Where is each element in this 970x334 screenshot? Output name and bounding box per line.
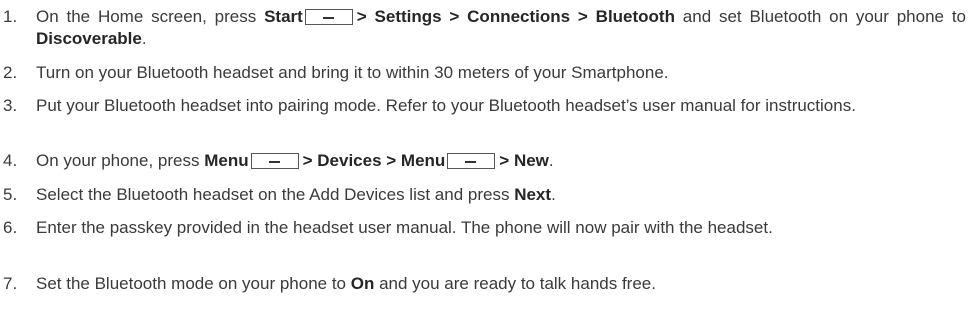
step-text-segment: Set the Bluetooth mode on your phone to <box>36 274 351 293</box>
step-text-segment: Select the Bluetooth headset on the Add … <box>36 185 515 204</box>
step-number: 3. <box>3 96 18 115</box>
step-number: 7. <box>3 274 18 293</box>
step-4: 4. On your phone, press Menu > Devices > … <box>0 150 968 172</box>
step-text-segment: On your phone, press <box>36 151 205 170</box>
step-5: 5. Select the Bluetooth headset on the A… <box>0 184 968 206</box>
step-text: Put your Bluetooth headset into pairing … <box>36 96 856 115</box>
step-text-segment: and set Bluetooth on your phone to <box>674 7 966 26</box>
menu-label: Menu <box>204 151 249 170</box>
softkey-minus-icon <box>304 9 353 25</box>
settings-path: > Settings > Connections > Bluetooth <box>356 7 675 26</box>
step-1: 1. On the Home screen, press Start > Sett… <box>0 6 968 50</box>
step-text-segment: . <box>548 151 554 170</box>
step-text: On the Home screen, press Start > Setting… <box>36 6 966 50</box>
on-label: On <box>350 274 375 293</box>
step-text: On your phone, press Menu > Devices > Men… <box>36 150 966 172</box>
step-number: 2. <box>3 63 18 82</box>
step-text-segment: On the Home screen, press <box>36 7 265 26</box>
step-6: 6. Enter the passkey provided in the hea… <box>0 217 968 239</box>
devices-menu-path: > Devices > Menu <box>302 151 446 170</box>
next-label: Next <box>514 185 552 204</box>
step-number: 1. <box>3 7 18 26</box>
softkey-minus-icon <box>447 153 496 169</box>
softkey-minus-icon <box>250 153 299 169</box>
step-2: 2. Turn on your Bluetooth headset and br… <box>0 62 968 84</box>
step-7: 7. Set the Bluetooth mode on your phone … <box>0 273 968 295</box>
step-text-segment: . <box>551 185 556 204</box>
step-text-segment: and you are ready to talk hands free. <box>374 274 656 293</box>
step-text: Set the Bluetooth mode on your phone to … <box>36 273 966 295</box>
step-text: Select the Bluetooth headset on the Add … <box>36 184 966 206</box>
step-number: 4. <box>3 151 18 170</box>
step-number: 6. <box>3 218 18 237</box>
step-text: Enter the passkey provided in the headse… <box>36 218 773 237</box>
step-number: 5. <box>3 185 18 204</box>
start-label: Start <box>264 7 303 26</box>
step-text-segment: . <box>141 29 147 48</box>
step-text: Turn on your Bluetooth headset and bring… <box>36 63 669 82</box>
new-label: > New <box>499 151 549 170</box>
discoverable-label: Discoverable <box>36 29 142 48</box>
step-3: 3. Put your Bluetooth headset into pairi… <box>0 95 968 117</box>
